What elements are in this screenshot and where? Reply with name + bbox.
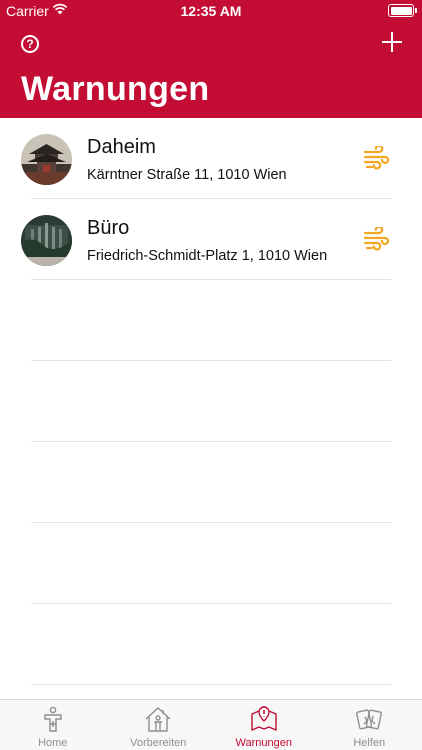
location-name: Daheim	[87, 136, 156, 158]
location-address: Kärntner Straße 11, 1010 Wien	[87, 167, 287, 183]
wind-icon	[363, 146, 389, 170]
status-time: 12:35 AM	[180, 3, 242, 19]
empty-row	[0, 604, 422, 685]
list-item[interactable]: Büro Friedrich-Schmidt-Platz 1, 1010 Wie…	[0, 199, 422, 280]
tab-helfen[interactable]: Helfen	[317, 700, 422, 750]
empty-row	[0, 523, 422, 604]
tab-warnungen[interactable]: Warnungen	[211, 700, 317, 750]
list-item[interactable]: Daheim Kärntner Straße 11, 1010 Wien	[0, 118, 422, 199]
divider	[31, 684, 391, 685]
location-address: Friedrich-Schmidt-Platz 1, 1010 Wien	[87, 248, 328, 264]
empty-row	[0, 361, 422, 442]
pagoda-image	[21, 134, 72, 185]
tab-label: Warnungen	[235, 737, 292, 749]
tab-label: Vorbereiten	[130, 737, 187, 749]
page-title: Warnungen	[21, 70, 210, 108]
first-aid-person-icon	[44, 706, 62, 732]
office-image	[21, 215, 72, 266]
tab-label: Helfen	[353, 737, 386, 749]
map-warning-icon	[251, 706, 277, 731]
empty-row	[0, 280, 422, 361]
cards-icon	[356, 709, 383, 730]
house-person-icon	[145, 707, 171, 732]
question-mark-icon: ?	[26, 37, 34, 51]
empty-row	[0, 442, 422, 523]
tab-label: Home	[38, 737, 68, 749]
wind-icon	[363, 227, 389, 251]
location-avatar	[21, 134, 72, 185]
status-bar: Carrier 12:35 AM	[0, 0, 422, 22]
location-name: Büro	[87, 217, 130, 239]
tab-home[interactable]: Home	[0, 700, 106, 750]
location-list: Daheim Kärntner Straße 11, 1010 Wien Bür…	[0, 118, 422, 685]
location-avatar	[21, 215, 72, 266]
tab-bar: Home Vorbereiten Warnungen Helfen	[0, 699, 422, 750]
help-button[interactable]: ?	[21, 35, 39, 53]
header: Carrier 12:35 AM ? Warnungen	[0, 0, 422, 118]
tab-vorbereiten[interactable]: Vorbereiten	[106, 700, 212, 750]
add-location-button[interactable]	[380, 30, 404, 54]
battery-icon	[388, 4, 417, 17]
